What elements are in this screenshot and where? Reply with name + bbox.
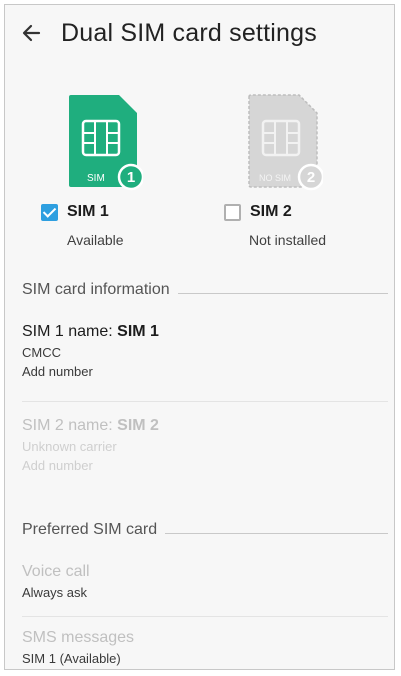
sim1-name-prefix: SIM 1 name: xyxy=(22,323,118,340)
sim1-card-icon[interactable]: SIM 1 xyxy=(67,93,143,195)
sim1-status: Available xyxy=(67,232,124,248)
sim2-add-number: Add number xyxy=(22,458,93,473)
section-divider xyxy=(165,532,388,534)
voice-call-label: Voice call xyxy=(22,563,90,580)
sim2-checkbox[interactable]: SIM 2 xyxy=(224,203,292,221)
sim2-name-row: SIM 2 name: SIM 2 Unknown carrier Add nu… xyxy=(22,417,388,473)
section-divider xyxy=(177,292,388,294)
sim2-name-prefix: SIM 2 name: xyxy=(22,417,118,434)
sim1-badge-text: SIM xyxy=(87,173,105,184)
sim2-name-line: SIM 2 name: SIM 2 xyxy=(22,417,388,435)
screen-frame: Dual SIM card settings SIM 1 NO SIM 2 SI… xyxy=(4,4,395,670)
sim2-card-icon: NO SIM 2 xyxy=(247,93,323,195)
voice-call-row[interactable]: Voice call Always ask xyxy=(22,563,388,600)
sms-messages-label: SMS messages xyxy=(22,629,135,646)
sim2-number-text: 2 xyxy=(307,169,315,186)
row-divider xyxy=(22,616,388,617)
sim2-name-value: SIM 2 xyxy=(117,417,159,434)
sim1-name-value: SIM 1 xyxy=(117,323,159,340)
sim1-number-text: 1 xyxy=(127,169,135,186)
section-heading-sim-info: SIM card information xyxy=(22,281,388,299)
sim1-name-row[interactable]: SIM 1 name: SIM 1 CMCC Add number xyxy=(22,323,388,379)
voice-call-value: Always ask xyxy=(22,585,88,600)
section-heading-sim-info-text: SIM card information xyxy=(22,281,170,298)
sim2-carrier: Unknown carrier xyxy=(22,439,117,454)
sim2-status: Not installed xyxy=(249,232,327,248)
sim1-add-number[interactable]: Add number xyxy=(22,364,388,379)
row-divider xyxy=(22,401,388,402)
sim2-badge-text: NO SIM xyxy=(259,173,291,183)
sim2-label: SIM 2 xyxy=(250,203,292,220)
page-title: Dual SIM card settings xyxy=(61,19,317,47)
sim1-carrier: CMCC xyxy=(22,345,61,360)
checkbox-unchecked-icon[interactable] xyxy=(224,203,241,221)
app-bar: Dual SIM card settings xyxy=(5,5,394,63)
sms-messages-value: SIM 1 (Available) xyxy=(22,651,121,666)
sim1-label: SIM 1 xyxy=(67,203,109,220)
checkbox-checked-icon[interactable] xyxy=(41,203,58,221)
back-arrow-icon[interactable] xyxy=(19,19,47,47)
sim1-checkbox[interactable]: SIM 1 xyxy=(41,203,109,221)
section-heading-preferred-text: Preferred SIM card xyxy=(22,521,158,538)
section-heading-preferred: Preferred SIM card xyxy=(22,521,388,539)
sim1-name-line: SIM 1 name: SIM 1 xyxy=(22,323,388,341)
sms-messages-row[interactable]: SMS messages SIM 1 (Available) xyxy=(22,629,388,666)
